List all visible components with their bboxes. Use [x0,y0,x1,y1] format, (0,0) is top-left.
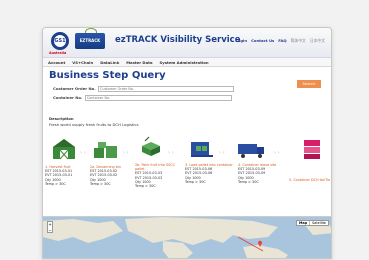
zoom-in-button[interactable]: + [48,222,52,228]
gs1-logo[interactable]: GS1 [51,32,69,50]
step-title: 2b. Pack fruit into SSCC pallet [135,163,176,172]
browser-window: GS1 Australia EZTRACK ezTRACK Visibility… [42,27,332,259]
page-title: Business Step Query [49,70,166,81]
arrow-icon: › › [219,150,225,156]
nav-item-datalink[interactable]: DataLink [100,60,119,65]
login-link[interactable]: Login [235,38,247,44]
step-4[interactable]: 4. Container leave site EST 2015-03-09 E… [238,163,286,184]
faq-link[interactable]: FAQ [278,38,286,44]
step-temp: Temp > 30C [238,179,259,184]
site-header: GS1 Australia EZTRACK ezTRACK Visibility… [43,28,331,58]
world-map-svg [43,217,331,258]
nav-item-master-data[interactable]: Master Data [126,60,152,65]
step-1[interactable]: 1. Harvest fruit EST 2015-03-01 EVT 2015… [45,165,89,186]
arrow-icon: › › [123,150,129,156]
arrow-icon: › › [80,150,86,156]
map-type-control: Map Satellite [296,220,329,226]
top-links: Login Contact Us FAQ 简体中文 日本中文 [235,38,325,44]
contact-us-link[interactable]: Contact Us [251,38,274,44]
route-map[interactable]: + − Map Satellite [43,216,331,258]
lang-link-japanese[interactable]: 日本中文 [310,38,325,44]
step-temp: Temp > 30C [135,184,156,189]
zoom-out-button[interactable]: − [48,228,52,234]
container-input[interactable] [84,95,232,101]
nav-item-vs-chain[interactable]: VS+Chain [72,60,93,65]
container-row: Container No. [53,95,232,101]
step-3[interactable]: 3. Load pallet into container EST 2015-0… [185,163,235,184]
step-2b[interactable]: 2b. Pack fruit into SSCC pallet EST 2015… [135,163,183,188]
customer-order-label: Customer Order No. [53,86,96,91]
step-temp: Temp > 30C [90,181,111,186]
main-nav: Account VS+Chain DataLink Master Data Sy… [43,58,331,67]
map-zoom-control[interactable]: + − [47,221,53,233]
truck-icon [238,144,264,158]
map-type-map[interactable]: Map [297,221,309,225]
step-temp: Temp > 30C [45,181,66,186]
container-label: Container No. [53,95,83,100]
nav-item-account[interactable]: Account [48,60,65,65]
pallet-box-icon [142,136,160,156]
container-load-icon [191,142,213,157]
map-type-satellite[interactable]: Satellite [309,221,328,225]
customer-order-input[interactable] [98,86,235,92]
barn-icon [53,139,75,160]
container-stack-icon [304,140,320,159]
eztrack-logo[interactable]: EZTRACK [75,33,105,49]
step-temp: Temp > 30C [185,179,206,184]
gs1-logo-subtitle: Australia [49,51,67,55]
description-text: Fresh world supply fresh fruits to DCH L… [49,122,139,127]
app-title: ezTRACK Visibility Service [115,35,241,45]
arrow-icon: › › [274,150,280,156]
step-2a[interactable]: 2a. Devanning bin EST 2015-03-02 EVT 201… [90,165,134,186]
step-5[interactable]: 5. Container DCH tanTia [289,178,331,182]
lang-link-simplified-chinese[interactable]: 简体中文 [291,38,306,44]
customer-order-row: Customer Order No. [53,86,235,92]
main-content: Business Step Query [43,67,331,83]
description-heading: Description [49,116,74,121]
arrow-icon: › › [168,150,174,156]
bins-icon [94,142,117,158]
nav-item-system-administration[interactable]: System Administration [160,60,209,65]
search-button[interactable]: Search [297,80,321,88]
step-title: 5. Container DCH tanTia [289,178,331,182]
